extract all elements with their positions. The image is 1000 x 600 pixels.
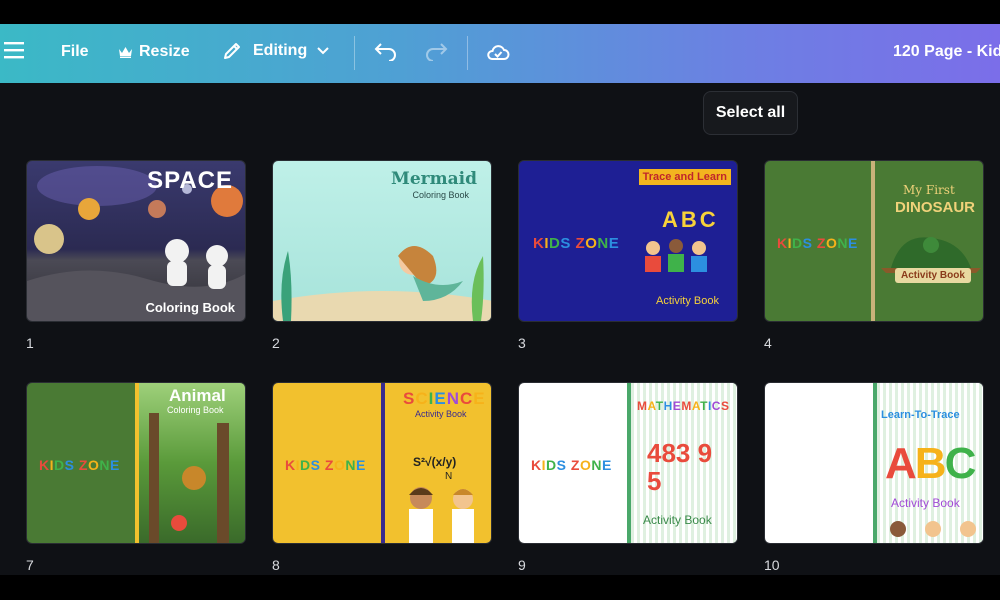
- resize-button[interactable]: Resize: [119, 43, 190, 61]
- page-3-letters: ABC: [662, 207, 719, 232]
- page-3-subtitle: Activity Book: [656, 295, 719, 307]
- page-10-letters: ABC: [885, 439, 976, 488]
- page-number: 1: [26, 335, 34, 351]
- page-10-title: Learn-To-Trace: [881, 409, 960, 421]
- page-3-title: Trace and Learn: [638, 169, 731, 185]
- page-9-digits: 483 9 5: [647, 438, 713, 496]
- crown-icon: [119, 46, 132, 58]
- page-7-title: Animal: [169, 386, 226, 405]
- page-thumbnail-10[interactable]: Learn-To-Trace ABC Activity Book: [764, 382, 984, 544]
- select-all-tooltip[interactable]: Select all: [703, 91, 798, 135]
- menu-icon[interactable]: [4, 41, 24, 59]
- book-spine: [381, 383, 385, 543]
- editing-label: Editing: [253, 42, 308, 59]
- page-2-subtitle: Coloring Book: [412, 190, 469, 200]
- page-9-brand: KIDS ZONE: [531, 457, 612, 473]
- kids-illustration: [890, 521, 976, 537]
- page-thumbnail-9[interactable]: KIDS ZONE MATHEMATICS 483 9 5 Activity B…: [518, 382, 738, 544]
- resize-label: Resize: [139, 43, 190, 60]
- page-8-formula-n: N: [445, 471, 453, 482]
- redo-icon[interactable]: [424, 41, 448, 61]
- page-thumbnail-2[interactable]: Mermaid Coloring Book: [272, 160, 492, 322]
- page-8-subtitle: Activity Book: [415, 409, 467, 419]
- page-8-title: SCIENCE: [403, 389, 486, 408]
- undo-icon[interactable]: [374, 41, 398, 61]
- page-7-subtitle: Coloring Book: [167, 405, 224, 415]
- page-number: 4: [764, 335, 772, 351]
- page-4-brand: KIDS ZONE: [777, 235, 858, 251]
- page-8-formula: S²√(x/y): [413, 455, 457, 469]
- toolbar-divider: [467, 36, 468, 70]
- page-8-brand: KIDS ZONE: [285, 457, 366, 473]
- page-number: 3: [518, 335, 526, 351]
- page-thumbnail-7[interactable]: KIDS ZONE Animal Coloring Book: [26, 382, 246, 544]
- file-menu-button[interactable]: File: [61, 43, 89, 61]
- editor-toolbar: File Resize Editing 120 Page - Kids: [0, 24, 1000, 83]
- page-thumbnail-8[interactable]: KIDS ZONE SCIENCE Activity Book S²√(x/y)…: [272, 382, 492, 544]
- chevron-down-icon: [317, 47, 329, 55]
- scientist-kids-illustration: [409, 487, 474, 543]
- page-thumbnail-3[interactable]: KIDS ZONE Trace and Learn ABC Activity B…: [518, 160, 738, 322]
- page-1-subtitle: Coloring Book: [145, 300, 235, 315]
- document-title[interactable]: 120 Page - Kids: [893, 43, 1000, 61]
- bottom-black-bar: [0, 575, 1000, 600]
- page-9-subtitle: Activity Book: [643, 513, 712, 527]
- editing-mode-button[interactable]: Editing: [222, 41, 329, 61]
- page-number: 10: [764, 557, 780, 573]
- dinosaur-illustration: [881, 237, 981, 273]
- page-number: 9: [518, 557, 526, 573]
- toolbar-divider: [354, 36, 355, 70]
- kids-illustration: [645, 239, 707, 272]
- page-number: 2: [272, 335, 280, 351]
- page-4-subtitle: Activity Book: [895, 268, 971, 283]
- top-black-bar: [0, 0, 1000, 24]
- pencil-icon: [222, 41, 242, 61]
- page-4-title-line2: DINOSAUR: [895, 199, 976, 216]
- page-thumbnail-1[interactable]: SPACE Coloring Book: [26, 160, 246, 322]
- page-thumbnail-4[interactable]: KIDS ZONE My First DINOSAUR Activity Boo…: [764, 160, 984, 322]
- page-7-brand: KIDS ZONE: [39, 457, 120, 473]
- page-number: 7: [26, 557, 34, 573]
- cloud-check-icon[interactable]: [486, 42, 510, 62]
- page-10-subtitle: Activity Book: [891, 496, 960, 510]
- book-spine: [871, 161, 875, 321]
- page-1-title: SPACE: [147, 167, 233, 194]
- page-number: 8: [272, 557, 280, 573]
- page-2-title: Mermaid: [391, 169, 477, 189]
- page-9-title: MATHEMATICS: [637, 399, 730, 413]
- page-4-title-line1: My First: [903, 183, 955, 197]
- page-3-brand: KIDS ZONE: [533, 235, 620, 252]
